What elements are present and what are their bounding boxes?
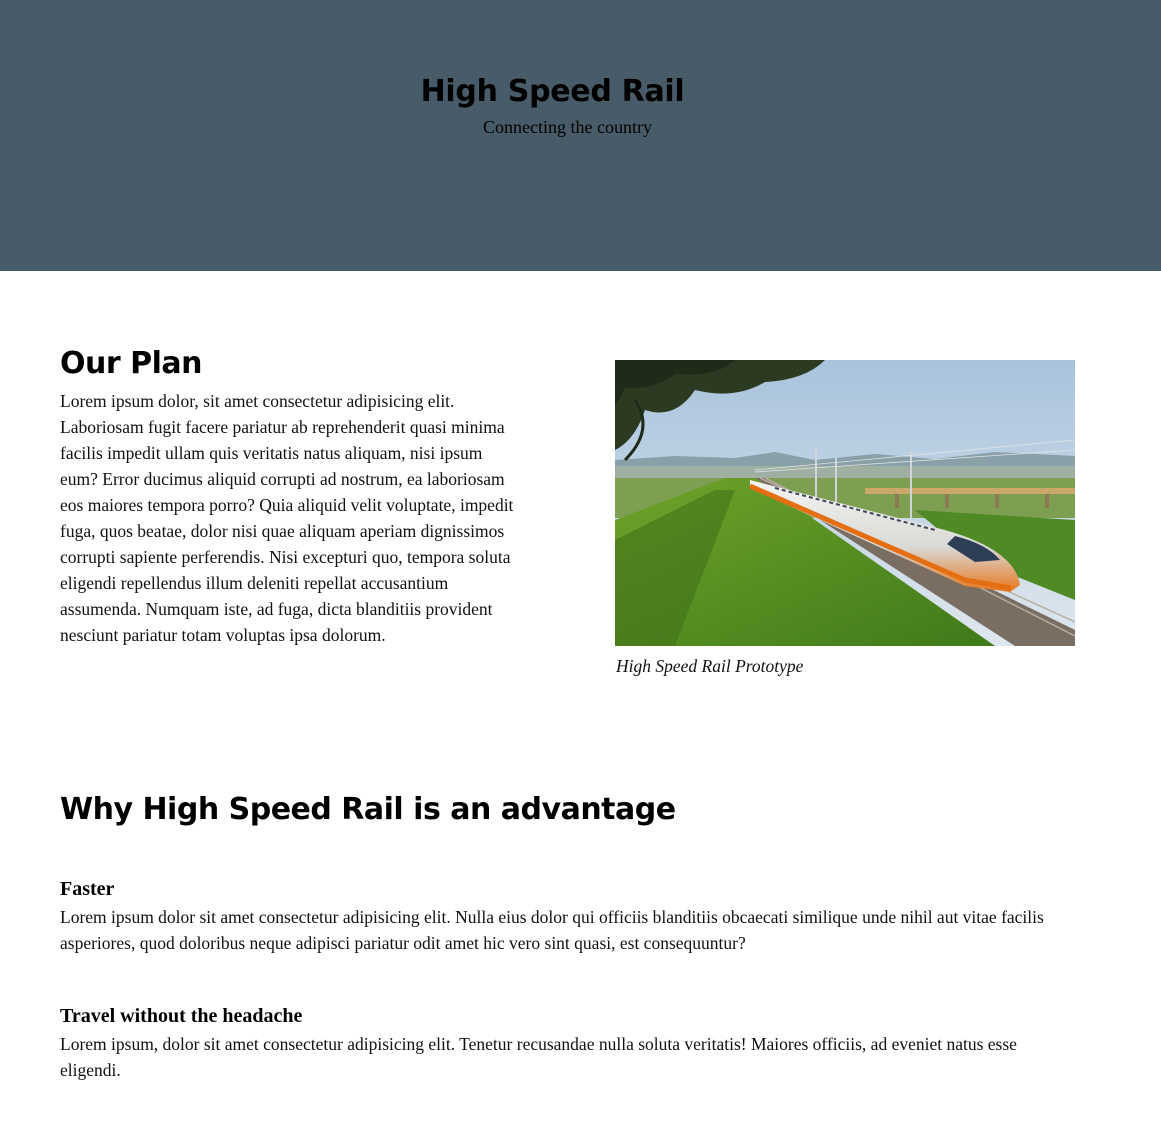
hero-banner: High Speed Rail Connecting the country	[0, 0, 1161, 271]
image-caption: High Speed Rail Prototype	[616, 656, 804, 676]
advantage-title: Faster	[60, 878, 115, 900]
train-figure: High Speed Rail Prototype	[615, 360, 1075, 677]
advantage-body: Lorem ipsum, dolor sit amet consectetur …	[60, 1034, 1017, 1080]
plan-heading: Our Plan	[60, 346, 202, 381]
advantage-title: Travel without the headache	[60, 1005, 303, 1027]
site-subtitle: Connecting the country	[483, 117, 652, 137]
advantages-section: Why High Speed Rail is an advantage Fast…	[60, 788, 1080, 1080]
advantage-item-faster: Faster Lorem ipsum dolor sit amet consec…	[60, 876, 1080, 956]
train-photo	[615, 360, 1075, 646]
plan-body: Lorem ipsum dolor, sit amet consectetur …	[60, 391, 514, 645]
advantage-item-travel: Travel without the headache Lorem ipsum,…	[60, 1003, 1080, 1083]
advantages-heading: Why High Speed Rail is an advantage	[60, 792, 676, 827]
plan-text: Our Plan Lorem ipsum dolor, sit amet con…	[60, 344, 520, 648]
advantage-body: Lorem ipsum dolor sit amet consectetur a…	[60, 907, 1044, 953]
site-title: High Speed Rail	[420, 74, 685, 109]
